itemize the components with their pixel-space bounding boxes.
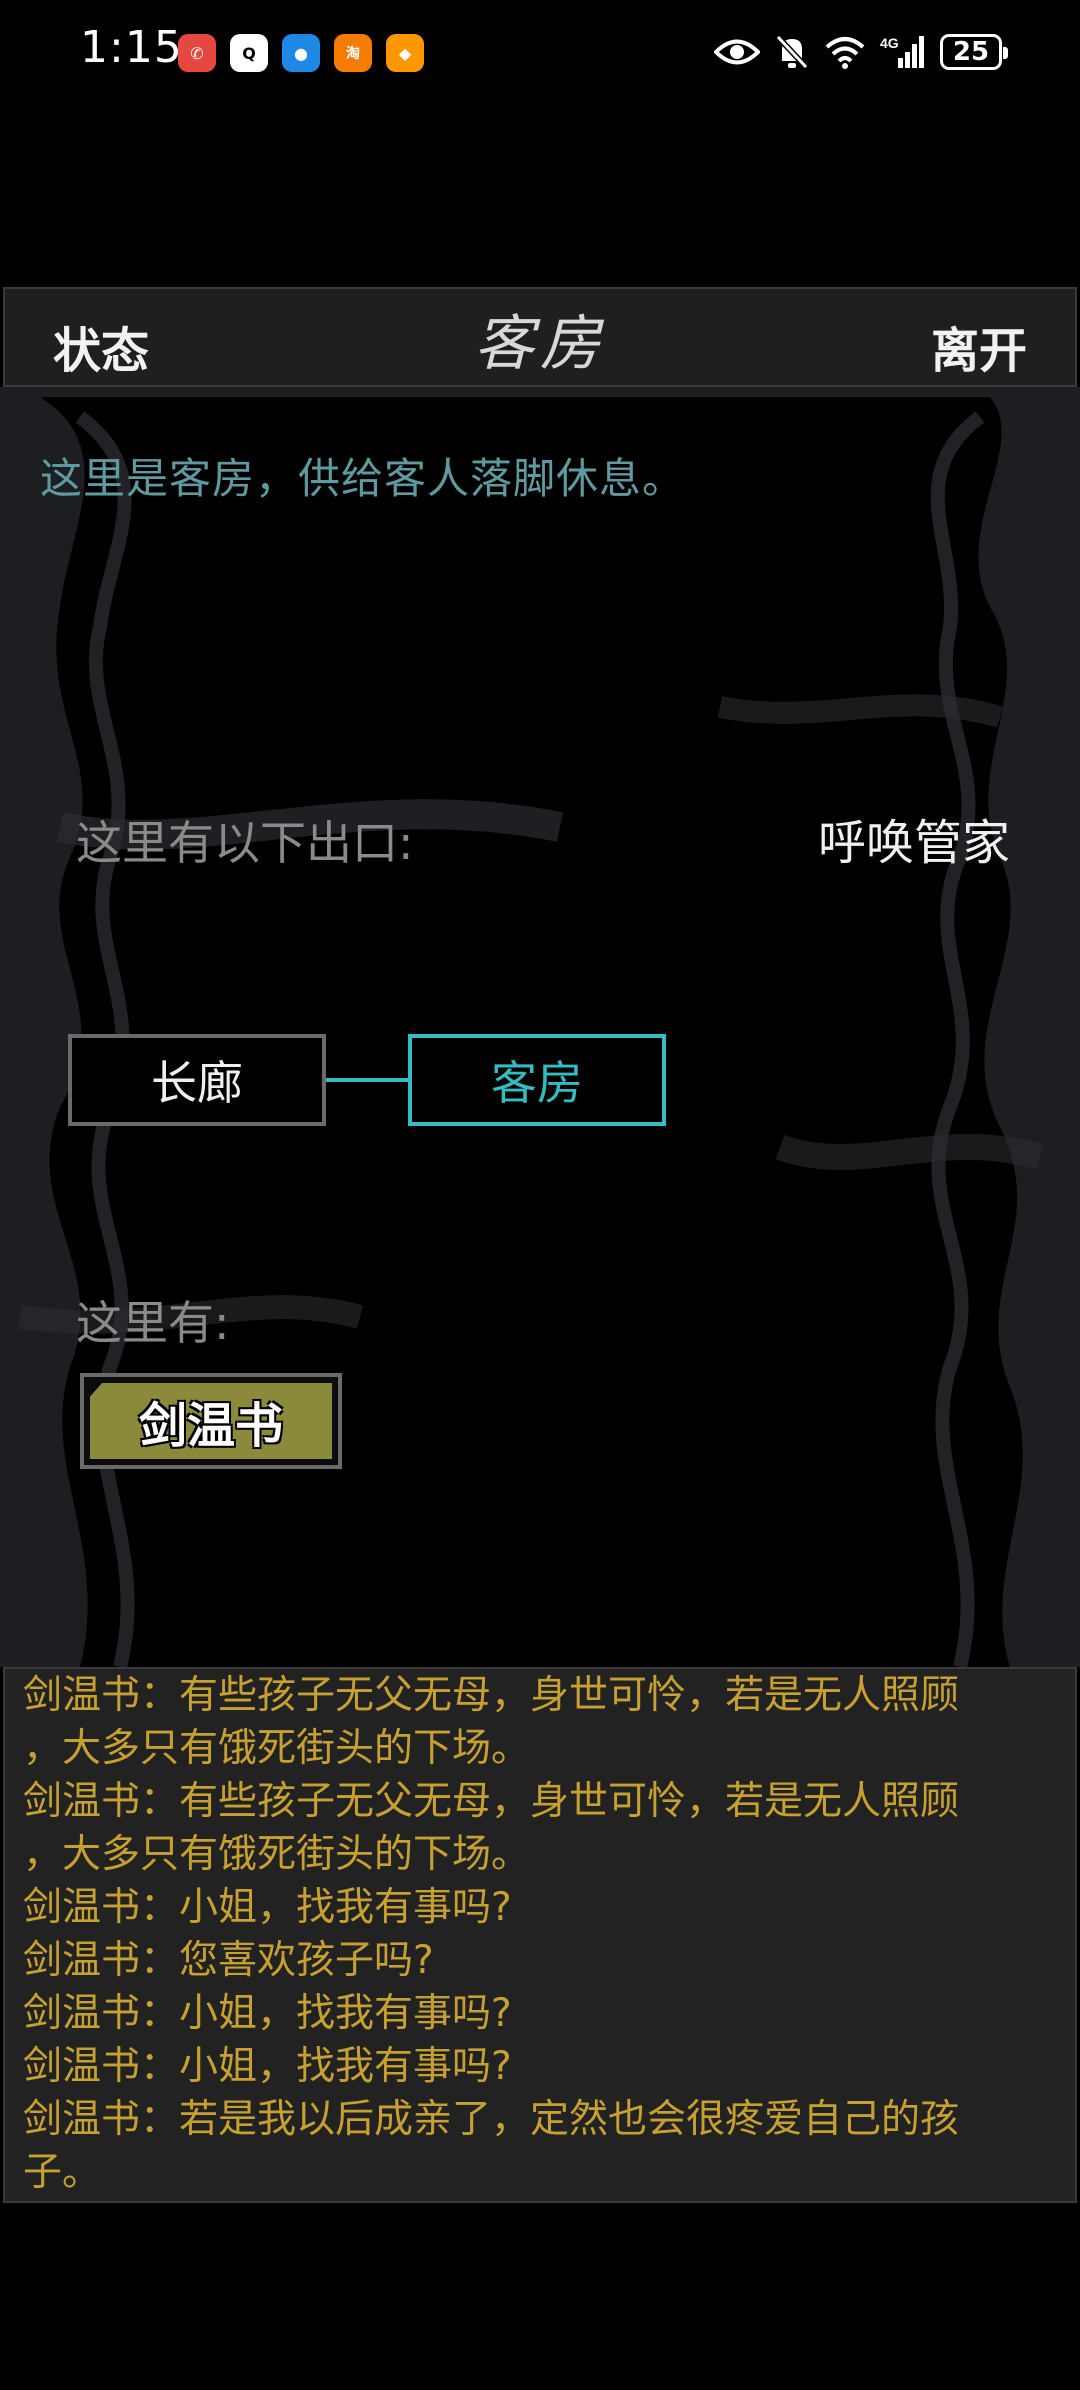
battery-icon: 25 [940,34,1008,70]
status-time: 1:15 [80,22,183,73]
qq-app-icon: Q [230,34,268,72]
map-connector [326,1078,408,1082]
log-line: 剑温书：若是我以后成亲了，定然也会很疼爱自己的孩 [23,2097,960,2142]
location-title: 客房 [474,309,606,379]
exits-label: 这里有以下出口: [76,816,414,870]
orange-app-icon: ◆ [386,34,424,72]
game-screen: 状态 客房 离开 这里是客房，供给客人落脚休息。 这里有以下出口: 呼唤管家 长… [0,287,1080,2207]
log-line: 剑温书：小姐，找我有事吗? [23,1885,512,1930]
log-line: 子。 [23,2150,102,2195]
leave-button[interactable]: 离开 [931,311,1027,381]
dialogue-log[interactable]: 剑温书：有些孩子无父无母，身世可怜，若是无人照顾 ，大多只有饿死街头的下场。 剑… [3,1667,1077,2203]
mute-bell-icon [774,28,810,76]
call-steward-button[interactable]: 呼唤管家 [818,803,1010,873]
system-icons: 4G 25 [714,28,1008,76]
taobao-app-icon: 淘 [334,34,372,72]
here-label: 这里有: [76,1296,230,1350]
log-line: 剑温书：小姐，找我有事吗? [23,1991,512,2036]
log-line: 剑温书：有些孩子无父无母，身世可怜，若是无人照顾 [23,1673,960,1718]
location-description: 这里是客房，供给客人落脚休息。 [40,454,686,503]
scene-panel: 这里是客房，供给客人落脚休息。 这里有以下出口: 呼唤管家 长廊 客房 这里有:… [0,387,1080,1667]
status-bar: 1:15 ✆ Q ● 淘 ◆ 4G 25 [0,0,1080,100]
ink-background [0,387,1080,1667]
log-line: 剑温书：您喜欢孩子吗? [23,1938,434,1983]
npc-name: 剑温书 [90,1383,332,1459]
room-current-button[interactable]: 客房 [408,1034,666,1126]
message-app-icon: ● [282,34,320,72]
log-line: ，大多只有饿死街头的下场。 [23,1726,531,1771]
log-line: ，大多只有饿死街头的下场。 [23,1832,531,1877]
signal-type-label: 4G [880,35,899,51]
log-line: 剑温书：有些孩子无父无母，身世可怜，若是无人照顾 [23,1779,960,1824]
npc-button[interactable]: 剑温书 [80,1373,342,1469]
top-bar: 状态 客房 离开 [3,287,1077,387]
cellular-signal-icon: 4G [880,28,926,76]
log-line: 剑温书：小姐，找我有事吗? [23,2044,512,2089]
eye-icon [714,28,760,76]
room-corridor-button[interactable]: 长廊 [68,1034,326,1126]
wifi-icon [824,28,866,76]
notification-icons: ✆ Q ● 淘 ◆ [178,34,424,72]
phone-app-icon: ✆ [178,34,216,72]
